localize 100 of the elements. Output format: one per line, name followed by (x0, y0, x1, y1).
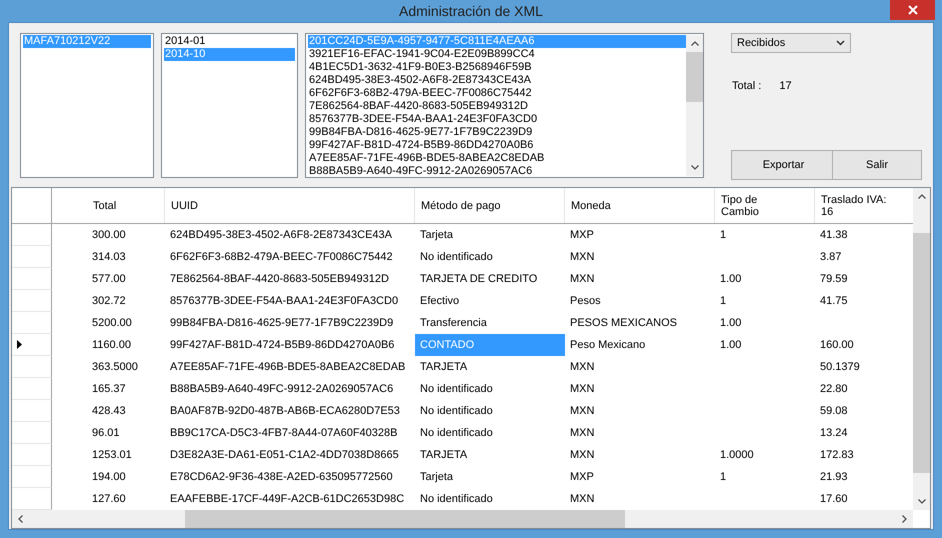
table-cell: 624BD495-38E3-4502-A6F8-2E87343CE43A (170, 229, 392, 241)
scrollbar[interactable] (913, 188, 930, 510)
table-cell: TARJETA (420, 449, 468, 461)
table-cell: 172.83 (820, 449, 854, 461)
scroll-right-icon[interactable] (902, 515, 907, 523)
list-item[interactable]: B88BA5B9-A640-49FC-9912-2A0269057AC6 (308, 165, 686, 178)
table-cell: BA0AF87B-92D0-487B-AB6B-ECA6280D7E53 (170, 405, 400, 417)
table-cell: MXN (570, 427, 594, 439)
list-item[interactable]: A7EE85AF-71FE-496B-BDE5-8ABEA2C8EDAB (308, 152, 686, 165)
column-header[interactable]: Método de pago (415, 188, 565, 223)
table-cell: 41.75 (820, 295, 848, 307)
table-cell: 50.1379 (820, 361, 860, 373)
table-cell: E78CD6A2-9F36-438E-A2ED-635095772560 (170, 471, 393, 483)
table-cell: TARJETA (420, 361, 468, 373)
table-cell: Efectivo (420, 295, 460, 307)
table-cell: 17.60 (820, 493, 848, 505)
dropdown-caret-icon (836, 40, 845, 46)
table-cell: BB9C17CA-D5C3-4FB7-8A44-07A60F40328B (170, 427, 398, 439)
table-cell: 194.00 (92, 471, 126, 483)
action-button[interactable]: Salir (832, 150, 922, 180)
table-cell: 160.00 (820, 339, 854, 351)
table-cell: No identificado (420, 251, 493, 263)
table-cell: Tarjeta (420, 229, 454, 241)
table-cell: 96.01 (92, 427, 120, 439)
table-cell: 7E862564-8BAF-4420-8683-505EB949312D (170, 273, 389, 285)
list-item[interactable]: 6F62F6F3-68B2-479A-BEEC-7F0086C75442 (308, 87, 686, 100)
table-cell: EAAFEBBE-17CF-449F-A2CB-61DC2653D98C (170, 493, 404, 505)
table-cell: No identificado (420, 427, 493, 439)
close-icon (908, 5, 918, 15)
table-cell: MXP (570, 229, 594, 241)
table-cell: MXN (570, 405, 594, 417)
table-cell: 5200.00 (92, 317, 132, 329)
table-cell: Transferencia (420, 317, 487, 329)
column-header[interactable]: UUID (165, 188, 415, 223)
table-cell: 127.60 (92, 493, 126, 505)
table-cell: 302.72 (92, 295, 126, 307)
table-cell: No identificado (420, 493, 493, 505)
table-cell: 99B84FBA-D816-4625-9E77-1F7B9C2239D9 (170, 317, 394, 329)
list-item[interactable]: 7E862564-8BAF-4420-8683-505EB949312D (308, 100, 686, 113)
table-cell: 1 (720, 471, 726, 483)
list-item[interactable]: 624BD495-38E3-4502-A6F8-2E87343CE43A (308, 74, 686, 87)
table-cell: 363.5000 (92, 361, 138, 373)
table-cell: 577.00 (92, 273, 126, 285)
window-title: Administración de XML (399, 3, 543, 19)
table-cell: 59.08 (820, 405, 848, 417)
table-cell: No identificado (420, 405, 493, 417)
table-cell: Pesos (570, 295, 601, 307)
table-cell: 1 (720, 295, 726, 307)
list-item[interactable]: 99B84FBA-D816-4625-9E77-1F7B9C2239D9 (308, 126, 686, 139)
table-cell: D3E82A3E-DA61-E051-C1A2-4DD7038D8665 (170, 449, 399, 461)
table-cell: Peso Mexicano (570, 339, 646, 351)
table-cell: 165.37 (92, 383, 126, 395)
table-cell: 21.93 (820, 471, 848, 483)
table-cell: MXN (570, 493, 594, 505)
table-cell: CONTADO (420, 339, 474, 351)
close-button[interactable] (890, 0, 935, 20)
scroll-down-icon[interactable] (690, 165, 698, 170)
table-cell: MXN (570, 383, 594, 395)
column-header[interactable]: Total (87, 188, 165, 223)
scrollbar[interactable] (686, 35, 703, 176)
list-item[interactable]: 2014-01 (164, 35, 295, 48)
list-item[interactable]: 4B1EC5D1-3632-41F9-B0E3-B2568946F59B (308, 61, 686, 74)
table-cell: 1.00 (720, 273, 742, 285)
table-cell: 1.00 (720, 339, 742, 351)
table-cell: MXP (570, 471, 594, 483)
total-value: 17 (779, 80, 792, 92)
table-cell: 99F427AF-B81D-4724-B5B9-86DD4270A0B6 (170, 339, 394, 351)
table-cell: MXN (570, 251, 594, 263)
table-cell: 8576377B-3DEE-F54A-BAA1-24E3F0FA3CD0 (170, 295, 398, 307)
table-cell: 41.38 (820, 229, 848, 241)
column-header[interactable]: Moneda (565, 188, 715, 223)
table-cell: 300.00 (92, 229, 126, 241)
table-cell: 22.80 (820, 383, 848, 395)
row-header[interactable] (12, 334, 52, 356)
table-cell: 1.0000 (720, 449, 754, 461)
table-cell: 1.00 (720, 317, 742, 329)
table-cell: 3.87 (820, 251, 842, 263)
table-cell: 314.03 (92, 251, 126, 263)
table-cell: No identificado (420, 383, 493, 395)
scroll-up-icon[interactable] (690, 41, 698, 46)
type-dropdown[interactable]: Recibidos (731, 33, 851, 53)
scroll-left-icon[interactable] (18, 515, 23, 523)
list-item[interactable]: 8576377B-3DEE-F54A-BAA1-24E3F0FA3CD0 (308, 113, 686, 126)
table-cell: 1160.00 (92, 339, 131, 351)
table-cell: 79.59 (820, 273, 848, 285)
scrollbar[interactable] (12, 510, 913, 528)
table-cell: 1 (720, 229, 726, 241)
table-cell: 428.43 (92, 405, 126, 417)
table-cell: TARJETA DE CREDITO (420, 273, 538, 285)
scroll-down-icon[interactable] (918, 499, 926, 504)
list-item[interactable]: 99F427AF-B81D-4724-B5B9-86DD4270A0B6 (308, 139, 686, 152)
list-item[interactable]: 3921EF16-EFAC-1941-9C04-E2E09B899CC4 (308, 48, 686, 61)
table-cell: 1253.01 (92, 449, 132, 461)
table-cell: Tarjeta (420, 471, 454, 483)
table-cell: PESOS MEXICANOS (570, 317, 677, 329)
table-cell: 13.24 (820, 427, 848, 439)
table-cell: MXN (570, 273, 594, 285)
scroll-up-icon[interactable] (918, 194, 926, 199)
table-cell: B88BA5B9-A640-49FC-9912-2A0269057AC6 (170, 383, 394, 395)
column-header[interactable]: Tipo de Cambio (715, 188, 815, 223)
